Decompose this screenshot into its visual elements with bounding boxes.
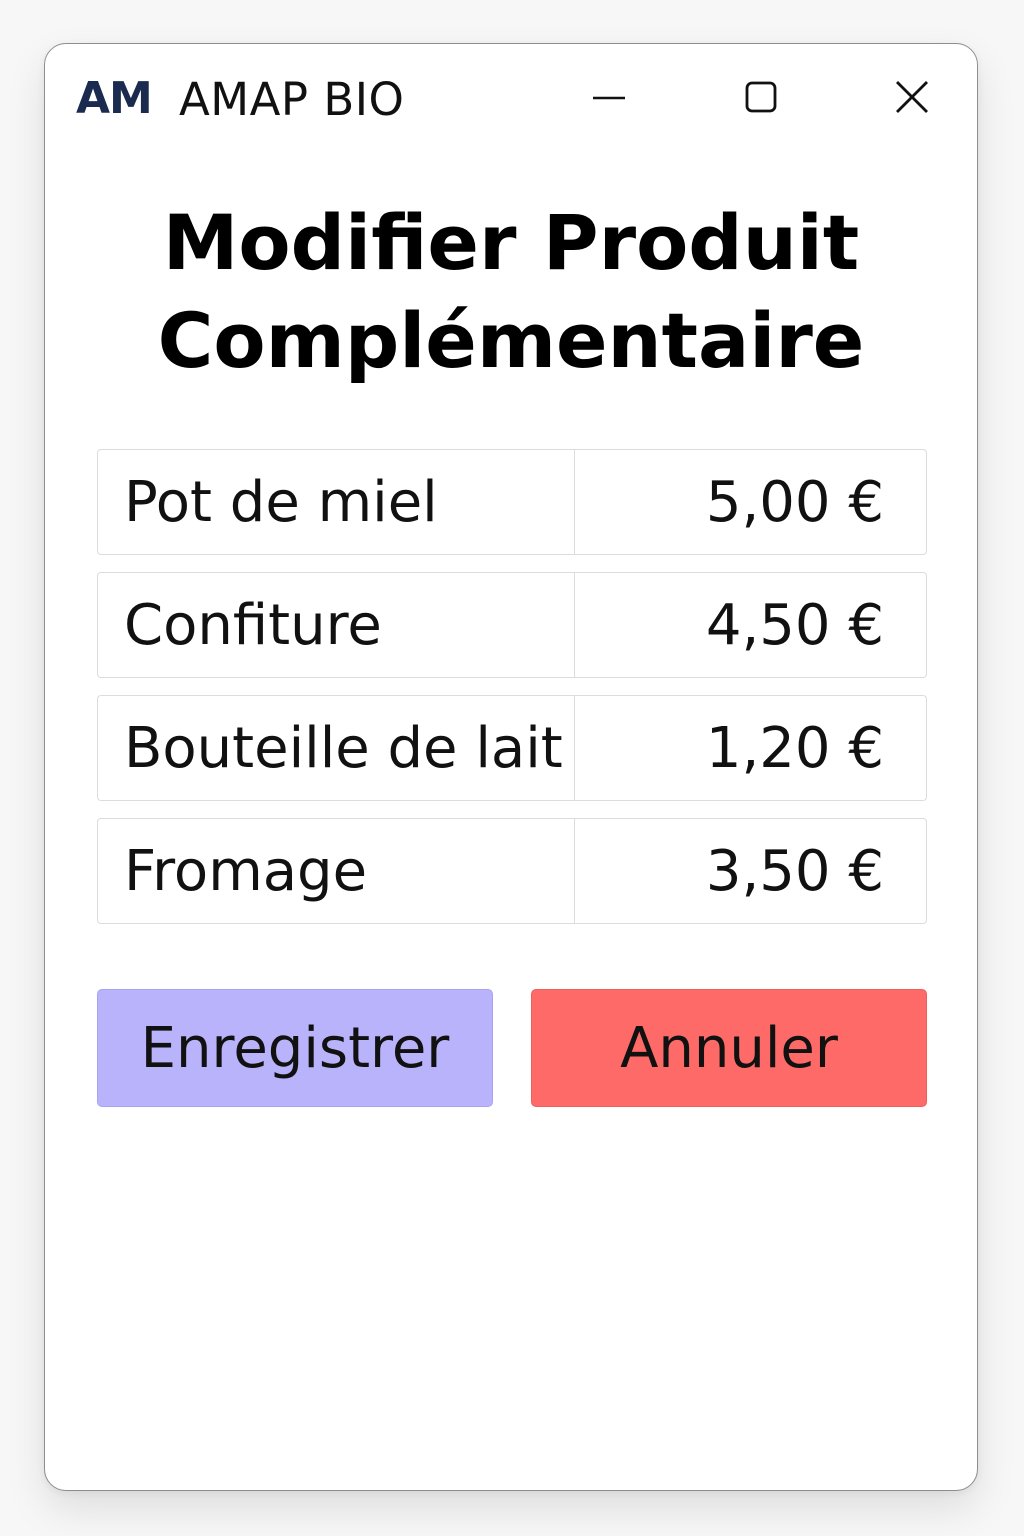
product-row[interactable]: Bouteille de lait 1,20 €: [97, 695, 927, 801]
product-price-field[interactable]: 4,50 €: [575, 573, 926, 677]
page-title-line-2: Complémentaire: [157, 296, 865, 385]
save-button[interactable]: Enregistrer: [97, 989, 493, 1107]
product-name-field[interactable]: Fromage: [98, 819, 575, 923]
product-price-field[interactable]: 5,00 €: [575, 450, 926, 554]
window-title: AMAP BIO: [179, 73, 405, 126]
maximize-icon: [745, 81, 777, 113]
product-list: Pot de miel 5,00 € Confiture 4,50 € Bout…: [97, 449, 927, 941]
close-button[interactable]: [876, 64, 946, 130]
maximize-button[interactable]: [726, 64, 796, 130]
page-title: Modifier Produit Complémentaire: [45, 194, 977, 390]
product-name-field[interactable]: Pot de miel: [98, 450, 575, 554]
page-title-line-1: Modifier Produit: [162, 198, 860, 287]
product-row[interactable]: Pot de miel 5,00 €: [97, 449, 927, 555]
app-logo: AM: [76, 73, 153, 124]
minimize-icon: [593, 96, 625, 100]
title-bar[interactable]: AM AMAP BIO: [45, 44, 977, 154]
edit-product-window: AM AMAP BIO Modifier Produit Complémenta…: [44, 43, 978, 1491]
product-row[interactable]: Fromage 3,50 €: [97, 818, 927, 924]
product-price-field[interactable]: 3,50 €: [575, 819, 926, 923]
close-icon: [896, 81, 928, 113]
product-price-field[interactable]: 1,20 €: [575, 696, 926, 800]
cancel-button[interactable]: Annuler: [531, 989, 927, 1107]
minimize-button[interactable]: [574, 64, 644, 130]
product-row[interactable]: Confiture 4,50 €: [97, 572, 927, 678]
product-name-field[interactable]: Confiture: [98, 573, 575, 677]
product-name-field[interactable]: Bouteille de lait: [98, 696, 575, 800]
